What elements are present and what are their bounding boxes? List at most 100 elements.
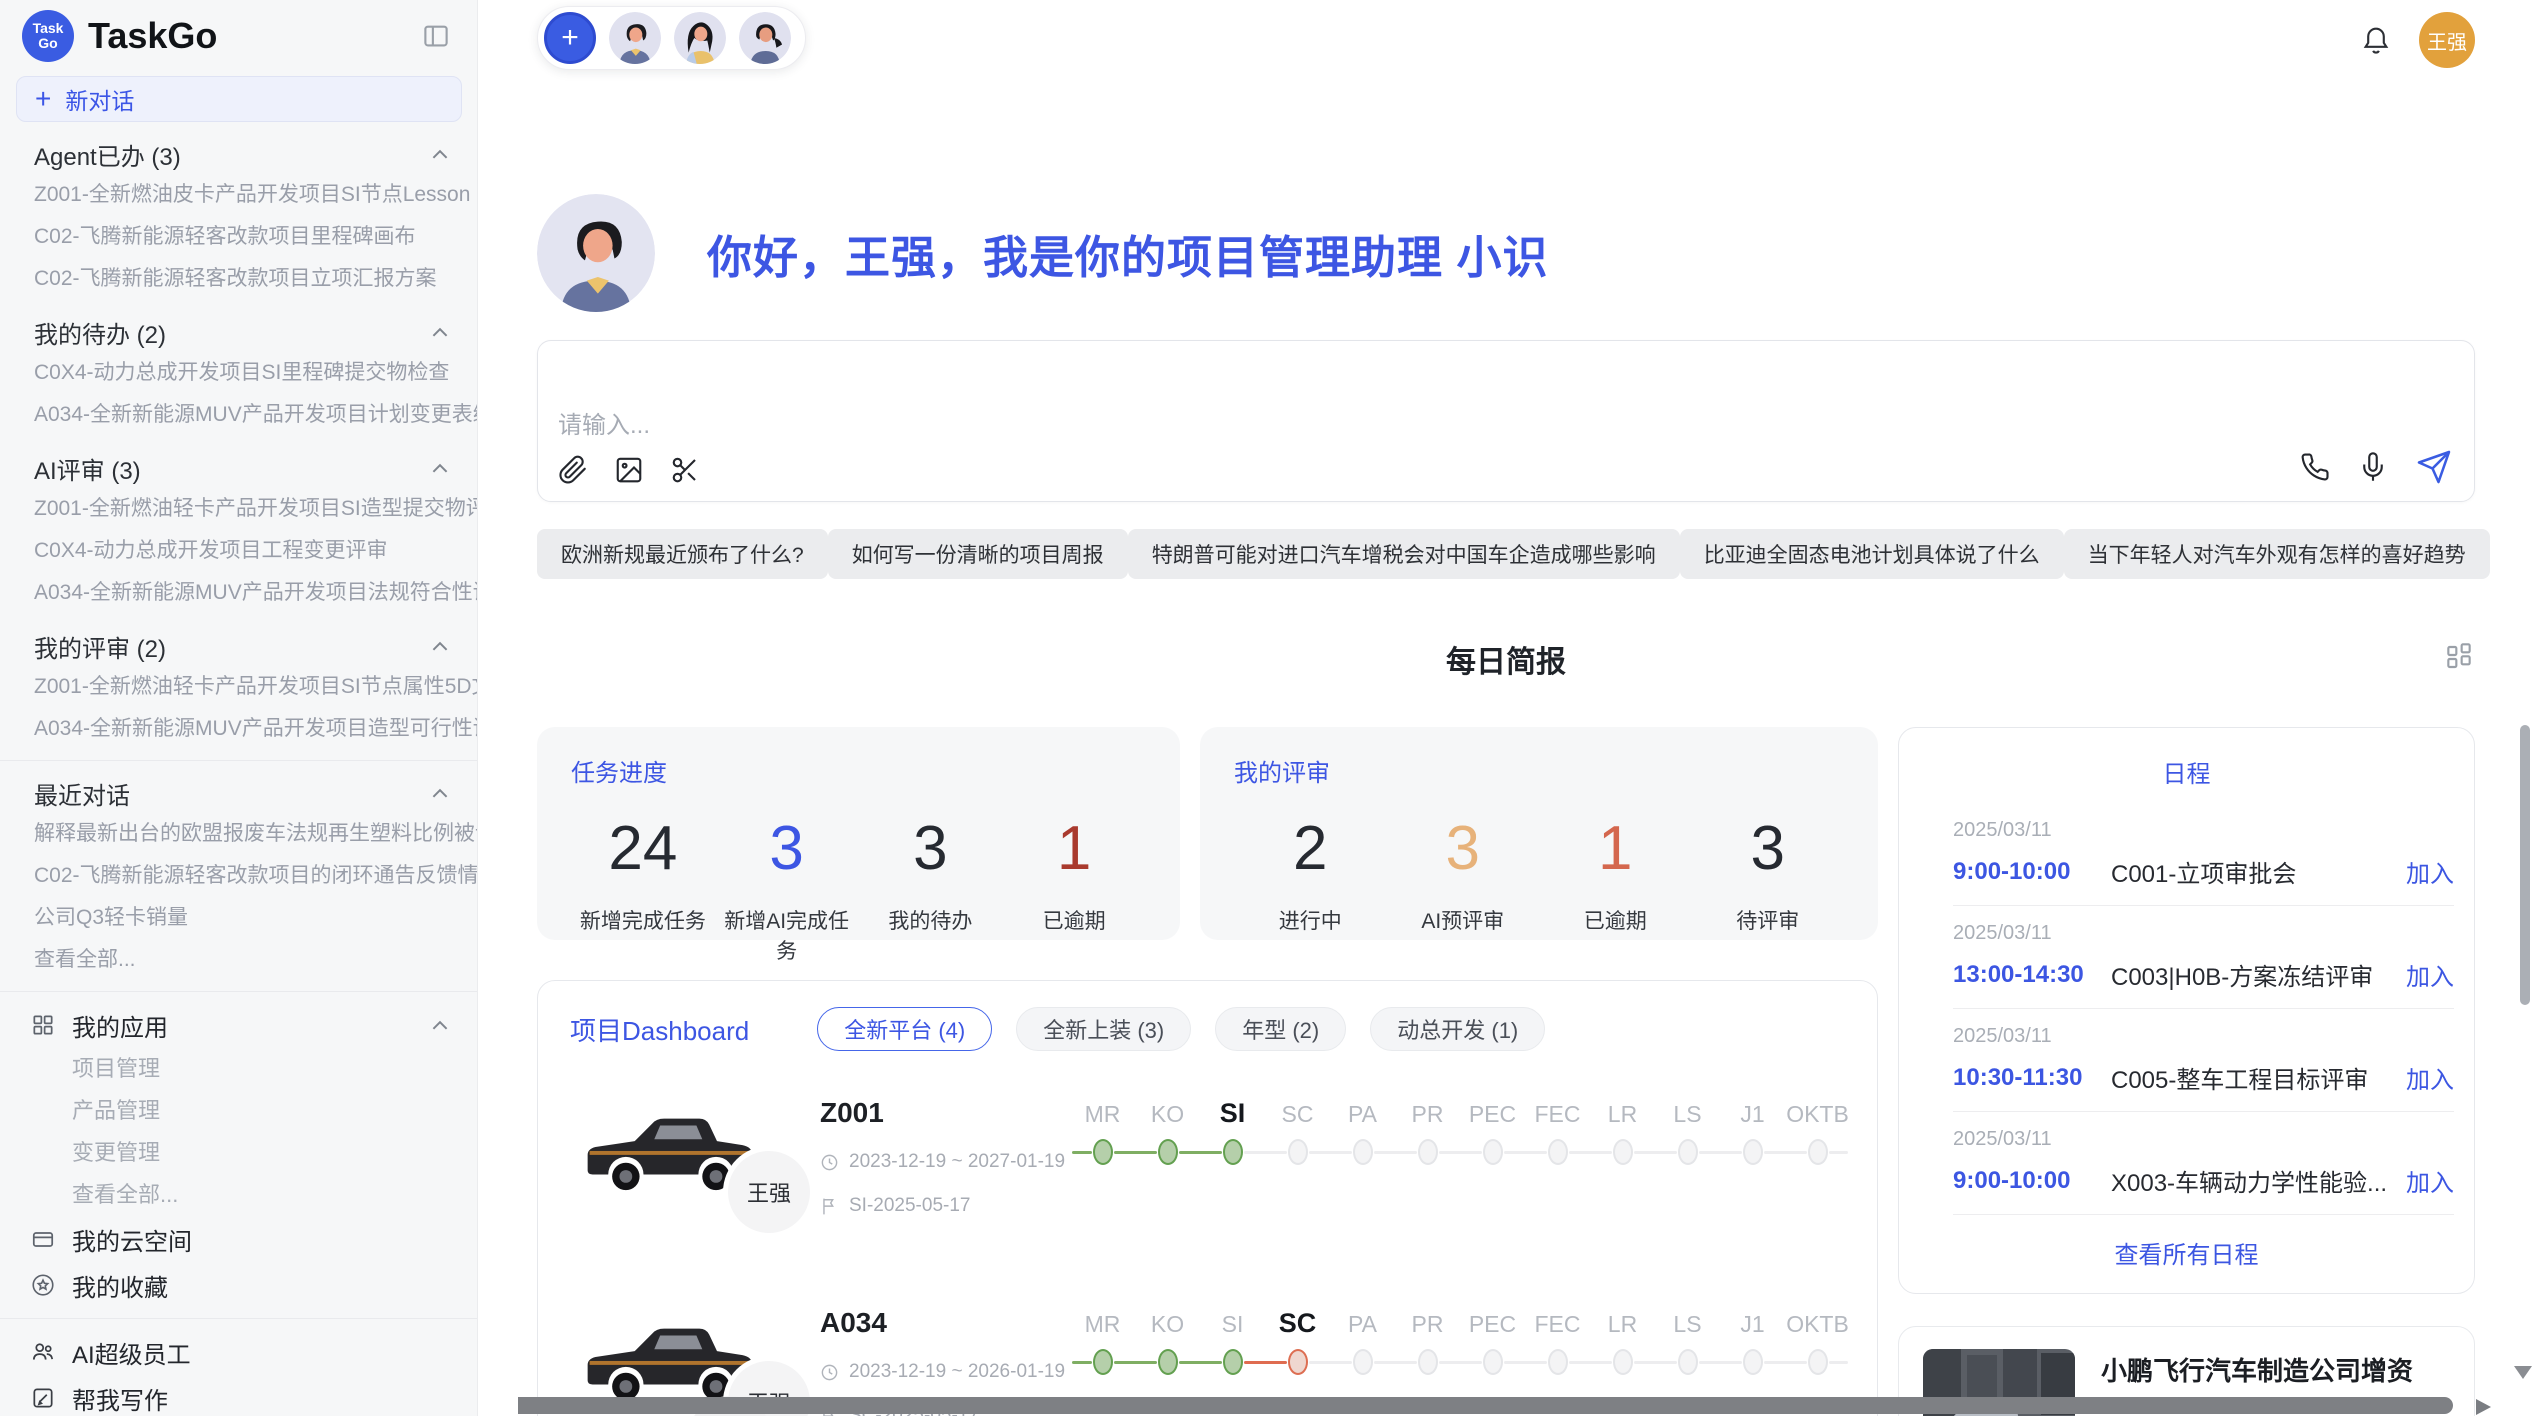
milestone-node <box>1613 1349 1633 1375</box>
sidebar-item[interactable]: Z001-全新燃油轻卡产品开发项目SI造型提交物评审 <box>0 488 477 530</box>
attachment-icon[interactable] <box>558 455 588 485</box>
send-icon[interactable] <box>2416 449 2452 485</box>
event-time: 13:00-14:30 <box>1953 961 2111 989</box>
join-link[interactable]: 加入 <box>2406 1060 2454 1095</box>
milestone-node <box>1613 1139 1633 1165</box>
suggestion-chips: 欧洲新规最近颁布了什么?如何写一份清晰的项目周报特朗普可能对进口汽车增税会对中国… <box>537 529 2475 579</box>
briefing-grid: 任务进度 24 新增完成任务 3 新增AI完成任务 <box>537 727 2475 1416</box>
milestone-connector <box>1634 1361 1677 1364</box>
schedule-events: 2025/03/11 9:00-10:00 C001-立项审批会 加入 2025… <box>1899 803 2474 1215</box>
daily-briefing-header: 每日简报 <box>537 637 2475 675</box>
chat-input-card[interactable]: 请输入... <box>537 340 2475 502</box>
phone-icon[interactable] <box>2300 452 2330 482</box>
sidebar-item[interactable]: Z001-全新燃油皮卡产品开发项目SI节点Lesson Learn报告 <box>0 174 477 216</box>
milestone-node <box>1093 1349 1113 1375</box>
section-header-ai-review[interactable]: AI评审 (3) <box>0 448 477 488</box>
sidebar-item[interactable]: C0X4-动力总成开发项目工程变更评审 <box>0 530 477 572</box>
vertical-scrollbar[interactable] <box>2520 725 2530 1005</box>
chevron-up-icon <box>431 327 449 338</box>
section-header-my-review[interactable]: 我的评审 (2) <box>0 626 477 666</box>
apps-view-all[interactable]: 查看全部... <box>0 1174 477 1216</box>
stat-item: 2 进行中 <box>1234 816 1387 935</box>
project-owner-badge: 王强 <box>728 1151 810 1233</box>
sidebar-item[interactable]: C0X4-动力总成开发项目SI里程碑提交物检查 <box>0 352 477 394</box>
scroll-down-arrow-icon[interactable] <box>2514 1366 2532 1379</box>
project-dashboard-card: 项目Dashboard 全新平台 (4) 全新上装 (3) 年型 (2) 动总开发 (… <box>537 980 1878 1416</box>
dashboard-filter[interactable]: 动总开发 (1) <box>1370 1007 1545 1051</box>
recent-chat-item[interactable]: 公司Q3轻卡销量 <box>0 897 477 939</box>
sidebar-item[interactable]: Z001-全新燃油轻卡产品开发项目SI节点属性5D文件评审 <box>0 666 477 708</box>
recent-view-all[interactable]: 查看全部... <box>0 939 477 981</box>
suggestion-chip[interactable]: 特朗普可能对进口汽车增税会对中国车企造成哪些影响 <box>1128 529 1680 579</box>
agent-avatar-3[interactable] <box>739 12 791 64</box>
project-dates: 2023-12-19 ~ 2027-01-19 <box>820 1151 1070 1173</box>
milestone-node <box>1743 1349 1763 1375</box>
sidebar-item-favorites[interactable]: 我的收藏 <box>0 1262 477 1308</box>
chevron-up-icon <box>431 463 449 474</box>
project-row[interactable]: 王强 Z001 2023-12-19 ~ 2027-01-19 SI-2025-… <box>570 1093 1841 1261</box>
sidebar-item-ai-super-staff[interactable]: AI超级员工 <box>0 1329 477 1375</box>
notifications-bell-icon[interactable] <box>2359 23 2393 57</box>
sidebar-item[interactable]: C02-飞腾新能源轻客改款项目立项汇报方案 <box>0 258 477 300</box>
ai-super-staff-label: AI超级员工 <box>72 1335 191 1370</box>
agent-avatar-1[interactable] <box>609 12 661 64</box>
view-all-schedule-link[interactable]: 查看所有日程 <box>1899 1235 2474 1270</box>
sidebar-item-my-apps[interactable]: 我的应用 <box>0 1002 477 1048</box>
sidebar-item-cloud-space[interactable]: 我的云空间 <box>0 1216 477 1262</box>
sidebar-item-help-me-write[interactable]: 帮我写作 <box>0 1375 477 1416</box>
sidebar-section-ai-review: AI评审 (3) Z001-全新燃油轻卡产品开发项目SI造型提交物评审C0X4-… <box>0 448 477 614</box>
section-header-recent[interactable]: 最近对话 <box>0 773 477 813</box>
suggestion-chip[interactable]: 比亚迪全固态电池计划具体说了什么 <box>1680 529 2064 579</box>
milestone-node <box>1678 1349 1698 1375</box>
user-avatar[interactable]: 王强 <box>2419 12 2475 68</box>
new-chat-button[interactable]: + 新对话 <box>16 76 462 122</box>
scroll-right-arrow-icon[interactable] <box>2476 1399 2491 1415</box>
event-time: 9:00-10:00 <box>1953 1167 2111 1195</box>
milestone-label: KO <box>1135 1306 1200 1342</box>
image-icon[interactable] <box>614 455 644 485</box>
milestone-connector <box>1504 1361 1547 1364</box>
section-header-agent-done[interactable]: Agent已办 (3) <box>0 134 477 174</box>
app-sub-item[interactable]: 变更管理 <box>0 1132 477 1174</box>
dashboard-title: 项目Dashboard <box>570 1011 749 1048</box>
app-sub-item[interactable]: 项目管理 <box>0 1048 477 1090</box>
section-header-my-todo[interactable]: 我的待办 (2) <box>0 312 477 352</box>
suggestion-chip[interactable]: 欧洲新规最近颁布了什么? <box>537 529 828 579</box>
milestone-node <box>1353 1139 1373 1165</box>
sidebar-collapse-icon[interactable] <box>417 19 455 53</box>
chevron-up-icon <box>431 149 449 160</box>
new-chat-label: 新对话 <box>65 82 134 116</box>
suggestion-chip[interactable]: 如何写一份清晰的项目周报 <box>828 529 1128 579</box>
greeting-section: 你好，王强，我是你的项目管理助理 小识 <box>537 194 2475 312</box>
sidebar-item[interactable]: A034-全新新能源MUV产品开发项目法规符合性评审 <box>0 572 477 614</box>
dashboard-filter[interactable]: 全新上装 (3) <box>1016 1007 1191 1051</box>
milestone-node <box>1548 1349 1568 1375</box>
suggestion-chip[interactable]: 当下年轻人对汽车外观有怎样的喜好趋势 <box>2064 529 2490 579</box>
microphone-icon[interactable] <box>2358 452 2388 482</box>
topbar-right: 王强 <box>2359 6 2475 68</box>
agent-avatar-2[interactable] <box>674 12 726 64</box>
scissors-icon[interactable] <box>670 455 700 485</box>
news-title: 小鹏飞行汽车制造公司增资 <box>2101 1351 2431 1388</box>
milestone-connector <box>1829 1151 1849 1154</box>
dashboard-filter[interactable]: 全新平台 (4) <box>817 1007 992 1051</box>
milestone-node <box>1743 1139 1763 1165</box>
horizontal-scrollbar[interactable] <box>518 1397 2453 1414</box>
milestone-connector <box>1764 1361 1807 1364</box>
dashboard-filter[interactable]: 年型 (2) <box>1215 1007 1346 1051</box>
project-image: 王强 <box>570 1093 820 1205</box>
grid-icon <box>30 1012 56 1038</box>
recent-chat-item[interactable]: 解释最新出台的欧盟报废车法规再生塑料比例被调至15%... <box>0 813 477 855</box>
recent-chat-item[interactable]: C02-飞腾新能源轻客改款项目的闭环通告反馈情况 <box>0 855 477 897</box>
briefing-layout-icon[interactable] <box>2443 639 2475 671</box>
join-link[interactable]: 加入 <box>2406 854 2454 889</box>
sidebar-item[interactable]: C02-飞腾新能源轻客改款项目里程碑画布 <box>0 216 477 258</box>
sidebar-item[interactable]: A034-全新新能源MUV产品开发项目造型可行性评审 <box>0 708 477 750</box>
app-sub-item[interactable]: 产品管理 <box>0 1090 477 1132</box>
milestone-track: MRKOSISCPAPRPECFECLRLSJ1OKTB <box>1070 1093 1850 1172</box>
join-link[interactable]: 加入 <box>2406 957 2454 992</box>
join-link[interactable]: 加入 <box>2406 1163 2454 1198</box>
add-conversation-button[interactable]: + <box>544 12 596 64</box>
briefing-title: 每日简报 <box>537 637 2475 681</box>
sidebar-item[interactable]: A034-全新新能源MUV产品开发项目计划变更表编写 <box>0 394 477 436</box>
